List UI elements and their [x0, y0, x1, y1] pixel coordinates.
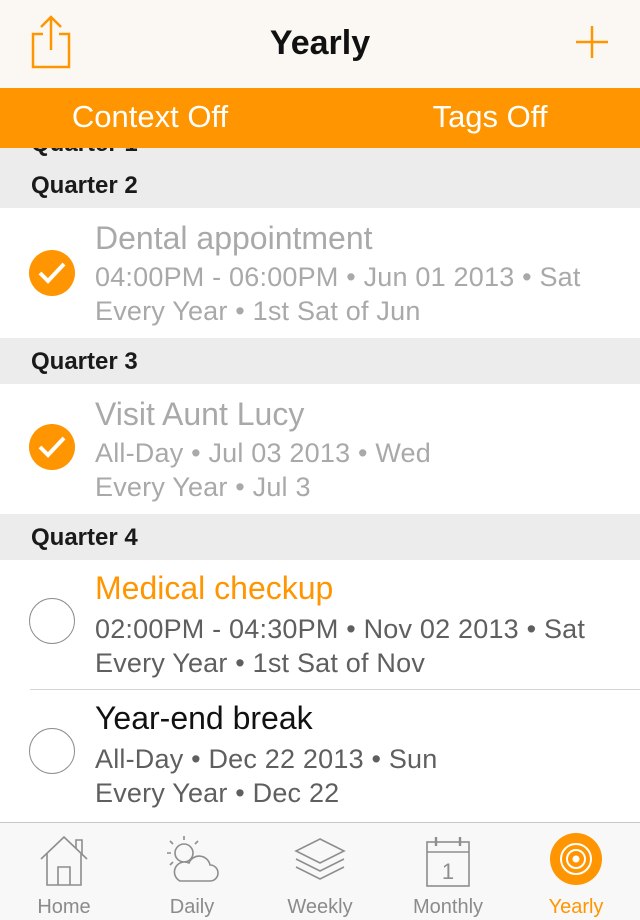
section-header-label: Quarter 3 [31, 348, 138, 375]
calendar-day-number: 1 [442, 859, 454, 884]
event-title: Visit Aunt Lucy [95, 396, 305, 432]
add-icon[interactable] [574, 24, 610, 60]
page-title: Yearly [269, 24, 371, 62]
tab-bar: Home Daily Weekly 1 Monthly Yearly [0, 822, 640, 920]
context-toggle-button[interactable]: Context Off [0, 88, 320, 148]
event-detail: 02:00PM - 04:30PM • Nov 02 2013 • Sat [95, 614, 586, 644]
event-list[interactable]: Quarter 1 Quarter 2 Dental appointment 0… [0, 148, 640, 822]
list-item[interactable]: Dental appointment 04:00PM - 06:00PM • J… [0, 208, 640, 338]
event-repeat: Every Year • 1st Sat of Jun [95, 296, 421, 326]
event-detail: 04:00PM - 06:00PM • Jun 01 2013 • Sat [95, 262, 581, 292]
stack-icon [294, 838, 346, 880]
incomplete-checkbox[interactable] [29, 728, 75, 774]
tab-yearly[interactable]: Yearly [512, 823, 640, 920]
tab-daily[interactable]: Daily [128, 823, 256, 920]
event-title: Dental appointment [95, 220, 373, 256]
checkmark-icon [38, 436, 66, 458]
sun-cloud-icon [167, 836, 219, 882]
section-header-quarter-4: Quarter 4 [0, 514, 640, 560]
incomplete-checkbox[interactable] [29, 598, 75, 644]
tab-label: Yearly [548, 896, 604, 918]
filter-bar: Context Off Tags Off [0, 88, 640, 148]
completed-checkbox[interactable] [29, 424, 75, 470]
section-header-label: Quarter 4 [31, 524, 138, 551]
section-header-label: Quarter 2 [31, 172, 138, 199]
event-detail: All-Day • Dec 22 2013 • Sun [95, 744, 438, 774]
tab-label: Monthly [412, 896, 484, 918]
list-item[interactable]: Medical checkup 02:00PM - 04:30PM • Nov … [0, 560, 640, 690]
target-icon [550, 833, 602, 885]
tags-toggle-button[interactable]: Tags Off [320, 88, 640, 148]
event-detail: All-Day • Jul 03 2013 • Wed [95, 438, 431, 468]
checkmark-icon [38, 262, 66, 284]
event-repeat: Every Year • Dec 22 [95, 778, 340, 808]
event-repeat: Every Year • 1st Sat of Nov [95, 648, 426, 678]
event-repeat: Every Year • Jul 3 [95, 472, 311, 502]
tab-weekly[interactable]: Weekly [256, 823, 384, 920]
tab-home[interactable]: Home [0, 823, 128, 920]
navigation-bar: Yearly [0, 0, 640, 88]
tab-monthly[interactable]: 1 Monthly [384, 823, 512, 920]
completed-checkbox[interactable] [29, 250, 75, 296]
home-icon [40, 835, 88, 886]
list-item[interactable]: Year-end break All-Day • Dec 22 2013 • S… [0, 690, 640, 822]
event-title: Year-end break [95, 700, 313, 736]
event-title: Medical checkup [95, 570, 334, 606]
tab-label: Weekly [287, 896, 353, 918]
section-header-label: Quarter 1 [31, 148, 138, 158]
list-item[interactable]: Visit Aunt Lucy All-Day • Jul 03 2013 • … [0, 384, 640, 514]
tab-label: Home [37, 896, 91, 918]
section-header-quarter-3: Quarter 3 [0, 338, 640, 384]
calendar-icon: 1 [426, 837, 470, 887]
section-header-quarter-2: Quarter 2 [0, 162, 640, 208]
tab-label: Daily [169, 896, 215, 918]
